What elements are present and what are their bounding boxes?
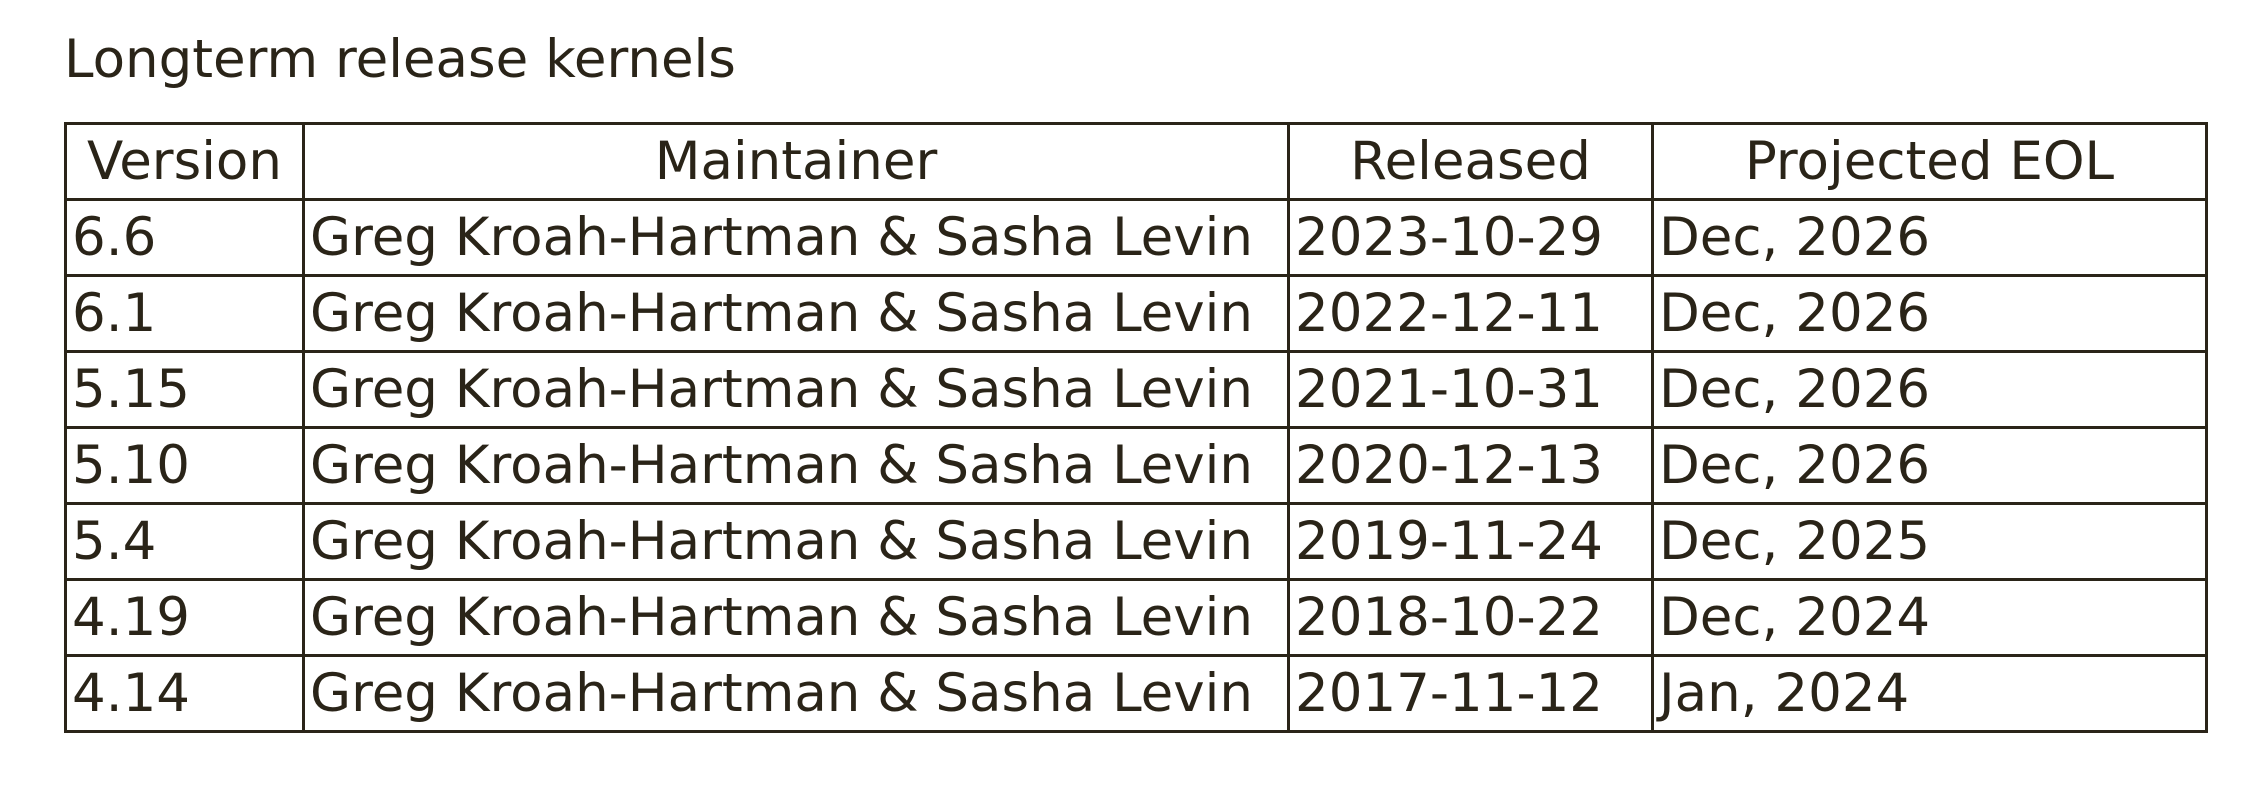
released-cell: 2018-10-22: [1287, 578, 1654, 657]
column-header-version: Version: [64, 122, 305, 201]
maintainer-cell: Greg Kroah-Hartman & Sasha Levin: [302, 502, 1290, 581]
table-row: 6.6 Greg Kroah-Hartman & Sasha Levin 202…: [64, 198, 2208, 277]
eol-cell: Dec, 2025: [1651, 502, 2208, 581]
released-cell: 2023-10-29: [1287, 198, 1654, 277]
released-cell: 2022-12-11: [1287, 274, 1654, 353]
maintainer-cell: Greg Kroah-Hartman & Sasha Levin: [302, 350, 1290, 429]
released-cell: 2021-10-31: [1287, 350, 1654, 429]
maintainer-cell: Greg Kroah-Hartman & Sasha Levin: [302, 654, 1290, 733]
version-cell: 4.14: [64, 654, 305, 733]
column-header-released: Released: [1287, 122, 1654, 201]
column-header-projected-eol: Projected EOL: [1651, 122, 2208, 201]
version-cell: 6.1: [64, 274, 305, 353]
version-cell: 5.10: [64, 426, 305, 505]
version-cell: 5.4: [64, 502, 305, 581]
table-row: 6.1 Greg Kroah-Hartman & Sasha Levin 202…: [64, 274, 2208, 353]
eol-cell: Dec, 2026: [1651, 198, 2208, 277]
version-cell: 5.15: [64, 350, 305, 429]
eol-cell: Dec, 2026: [1651, 426, 2208, 505]
longterm-kernels-table: Version Maintainer Released Projected EO…: [64, 122, 2208, 733]
released-cell: 2017-11-12: [1287, 654, 1654, 733]
table-row: 5.15 Greg Kroah-Hartman & Sasha Levin 20…: [64, 350, 2208, 429]
eol-cell: Dec, 2026: [1651, 274, 2208, 353]
table-header-row: Version Maintainer Released Projected EO…: [64, 122, 2208, 201]
maintainer-cell: Greg Kroah-Hartman & Sasha Levin: [302, 274, 1290, 353]
released-cell: 2019-11-24: [1287, 502, 1654, 581]
eol-cell: Dec, 2026: [1651, 350, 2208, 429]
version-cell: 4.19: [64, 578, 305, 657]
eol-cell: Dec, 2024: [1651, 578, 2208, 657]
maintainer-cell: Greg Kroah-Hartman & Sasha Levin: [302, 426, 1290, 505]
released-cell: 2020-12-13: [1287, 426, 1654, 505]
table-row: 5.4 Greg Kroah-Hartman & Sasha Levin 201…: [64, 502, 2208, 581]
table-row: 4.14 Greg Kroah-Hartman & Sasha Levin 20…: [64, 654, 2208, 733]
eol-cell: Jan, 2024: [1651, 654, 2208, 733]
page-title: Longterm release kernels: [64, 29, 736, 90]
version-cell: 6.6: [64, 198, 305, 277]
column-header-maintainer: Maintainer: [302, 122, 1290, 201]
table-row: 5.10 Greg Kroah-Hartman & Sasha Levin 20…: [64, 426, 2208, 505]
maintainer-cell: Greg Kroah-Hartman & Sasha Levin: [302, 198, 1290, 277]
maintainer-cell: Greg Kroah-Hartman & Sasha Levin: [302, 578, 1290, 657]
table-row: 4.19 Greg Kroah-Hartman & Sasha Levin 20…: [64, 578, 2208, 657]
